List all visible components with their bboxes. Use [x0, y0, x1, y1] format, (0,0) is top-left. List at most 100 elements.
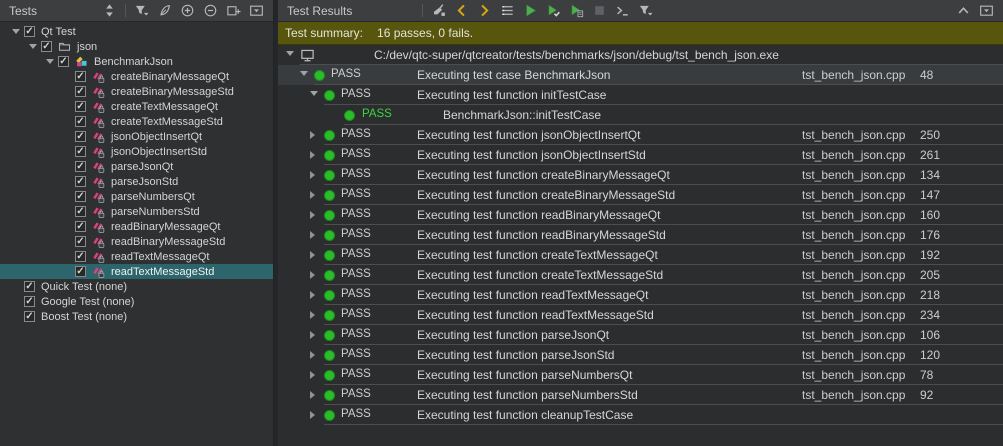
result-row[interactable]: PASSExecuting test function parseNumbers…: [278, 365, 1003, 385]
expand-arrow[interactable]: [310, 251, 315, 259]
expand-arrow[interactable]: [310, 391, 315, 399]
tests-tree-item[interactable]: ✓parseNumbersQt: [0, 189, 273, 204]
hide-panel-icon[interactable]: [975, 2, 998, 20]
test-checkbox[interactable]: ✓: [75, 101, 86, 112]
tests-tree-item[interactable]: ✓json: [0, 39, 273, 54]
result-line-number[interactable]: 106: [920, 328, 940, 342]
test-checkbox[interactable]: ✓: [75, 191, 86, 202]
result-file[interactable]: tst_bench_json.cpp: [802, 208, 905, 222]
test-checkbox[interactable]: ✓: [75, 266, 86, 277]
test-checkbox[interactable]: ✓: [75, 86, 86, 97]
result-line-number[interactable]: 120: [920, 348, 940, 362]
tests-tree-item[interactable]: ✓createTextMessageQt: [0, 99, 273, 114]
tests-tree-item[interactable]: ✓BenchmarkJson: [0, 54, 273, 69]
tests-tree-item[interactable]: ✓readTextMessageQt: [0, 249, 273, 264]
result-line-number[interactable]: 192: [920, 248, 940, 262]
result-row[interactable]: PASSExecuting test case BenchmarkJsontst…: [278, 65, 1003, 85]
expand-all-icon[interactable]: [176, 2, 199, 20]
tests-tree-item[interactable]: ✓parseJsonStd: [0, 174, 273, 189]
result-row[interactable]: PASSExecuting test function readBinaryMe…: [278, 205, 1003, 225]
tests-tree-item[interactable]: ✓readBinaryMessageQt: [0, 219, 273, 234]
result-file[interactable]: tst_bench_json.cpp: [802, 228, 905, 242]
tests-tree-item[interactable]: ✓createBinaryMessageStd: [0, 84, 273, 99]
test-checkbox[interactable]: ✓: [24, 311, 35, 322]
test-checkbox[interactable]: ✓: [24, 26, 35, 37]
stop-icon[interactable]: [588, 2, 611, 20]
tests-tree-item[interactable]: ✓Google Test (none): [0, 294, 273, 309]
result-file[interactable]: tst_bench_json.cpp: [802, 388, 905, 402]
expand-arrow[interactable]: [310, 231, 315, 239]
split-icon[interactable]: [222, 2, 245, 20]
tree-expand-arrow[interactable]: [25, 44, 41, 49]
expand-arrow[interactable]: [310, 331, 315, 339]
test-checkbox[interactable]: ✓: [75, 251, 86, 262]
test-checkbox[interactable]: ✓: [75, 161, 86, 172]
result-file[interactable]: tst_bench_json.cpp: [802, 288, 905, 302]
expand-arrow[interactable]: [310, 351, 315, 359]
result-row[interactable]: PASSExecuting test function parseNumbers…: [278, 385, 1003, 405]
filter-icon[interactable]: [130, 2, 153, 20]
result-file[interactable]: tst_bench_json.cpp: [802, 188, 905, 202]
test-checkbox[interactable]: ✓: [41, 41, 52, 52]
result-line-number[interactable]: 147: [920, 188, 940, 202]
test-checkbox[interactable]: ✓: [75, 221, 86, 232]
hide-panel-icon[interactable]: [245, 2, 268, 20]
run-file-icon[interactable]: [565, 2, 588, 20]
result-row[interactable]: PASSExecuting test function parseJsonQtt…: [278, 325, 1003, 345]
result-row[interactable]: PASSExecuting test function cleanupTestC…: [278, 405, 1003, 425]
test-checkbox[interactable]: ✓: [75, 176, 86, 187]
result-row[interactable]: PASSExecuting test function readBinaryMe…: [278, 225, 1003, 245]
result-row[interactable]: PASSExecuting test function createBinary…: [278, 165, 1003, 185]
result-file[interactable]: tst_bench_json.cpp: [802, 368, 905, 382]
result-line-number[interactable]: 261: [920, 148, 940, 162]
result-row[interactable]: PASSExecuting test function readTextMess…: [278, 285, 1003, 305]
test-checkbox[interactable]: ✓: [58, 56, 69, 67]
result-line-number[interactable]: 205: [920, 268, 940, 282]
result-file[interactable]: tst_bench_json.cpp: [802, 328, 905, 342]
result-file[interactable]: tst_bench_json.cpp: [802, 248, 905, 262]
result-file[interactable]: tst_bench_json.cpp: [802, 308, 905, 322]
tests-tree-item[interactable]: ✓Qt Test: [0, 24, 273, 39]
result-line-number[interactable]: 48: [920, 68, 933, 82]
collapse-all-icon[interactable]: [199, 2, 222, 20]
tests-tree-item[interactable]: ✓jsonObjectInsertQt: [0, 129, 273, 144]
result-file[interactable]: tst_bench_json.cpp: [802, 128, 905, 142]
tests-tree-item[interactable]: ✓readBinaryMessageStd: [0, 234, 273, 249]
result-line-number[interactable]: 176: [920, 228, 940, 242]
expand-arrow[interactable]: [310, 171, 315, 179]
prev-icon[interactable]: [450, 2, 473, 20]
result-row-executable[interactable]: C:/dev/qtc-super/qtcreator/tests/benchma…: [278, 45, 1003, 65]
next-icon[interactable]: [473, 2, 496, 20]
expand-arrow[interactable]: [310, 311, 315, 319]
chevron-up-icon[interactable]: [952, 2, 975, 20]
result-row[interactable]: PASSExecuting test function jsonObjectIn…: [278, 145, 1003, 165]
tree-expand-arrow[interactable]: [8, 29, 24, 34]
result-row[interactable]: PASSExecuting test function initTestCase: [278, 85, 1003, 105]
filter-icon[interactable]: [634, 2, 657, 20]
result-row[interactable]: PASSExecuting test function jsonObjectIn…: [278, 125, 1003, 145]
console-icon[interactable]: [611, 2, 634, 20]
feather-icon[interactable]: [153, 2, 176, 20]
expand-arrow[interactable]: [310, 291, 315, 299]
tests-tree-item[interactable]: ✓parseNumbersStd: [0, 204, 273, 219]
test-checkbox[interactable]: ✓: [75, 146, 86, 157]
expand-arrow[interactable]: [310, 371, 315, 379]
result-file[interactable]: tst_bench_json.cpp: [802, 268, 905, 282]
test-checkbox[interactable]: ✓: [75, 206, 86, 217]
result-row[interactable]: PASSExecuting test function parseJsonStd…: [278, 345, 1003, 365]
expand-arrow[interactable]: [310, 151, 315, 159]
tree-expand-arrow[interactable]: [42, 59, 58, 64]
result-row[interactable]: PASSExecuting test function createBinary…: [278, 185, 1003, 205]
tests-tree-item[interactable]: ✓createTextMessageStd: [0, 114, 273, 129]
result-file[interactable]: tst_bench_json.cpp: [802, 168, 905, 182]
result-file[interactable]: tst_bench_json.cpp: [802, 348, 905, 362]
result-row[interactable]: PASSExecuting test function readTextMess…: [278, 305, 1003, 325]
expand-arrow[interactable]: [310, 271, 315, 279]
tests-tree-item[interactable]: ✓parseJsonQt: [0, 159, 273, 174]
expand-arrow[interactable]: [310, 411, 315, 419]
result-line-number[interactable]: 234: [920, 308, 940, 322]
result-line-number[interactable]: 92: [920, 388, 933, 402]
run-selected-icon[interactable]: [542, 2, 565, 20]
test-checkbox[interactable]: ✓: [24, 296, 35, 307]
expand-arrow[interactable]: [310, 91, 318, 96]
